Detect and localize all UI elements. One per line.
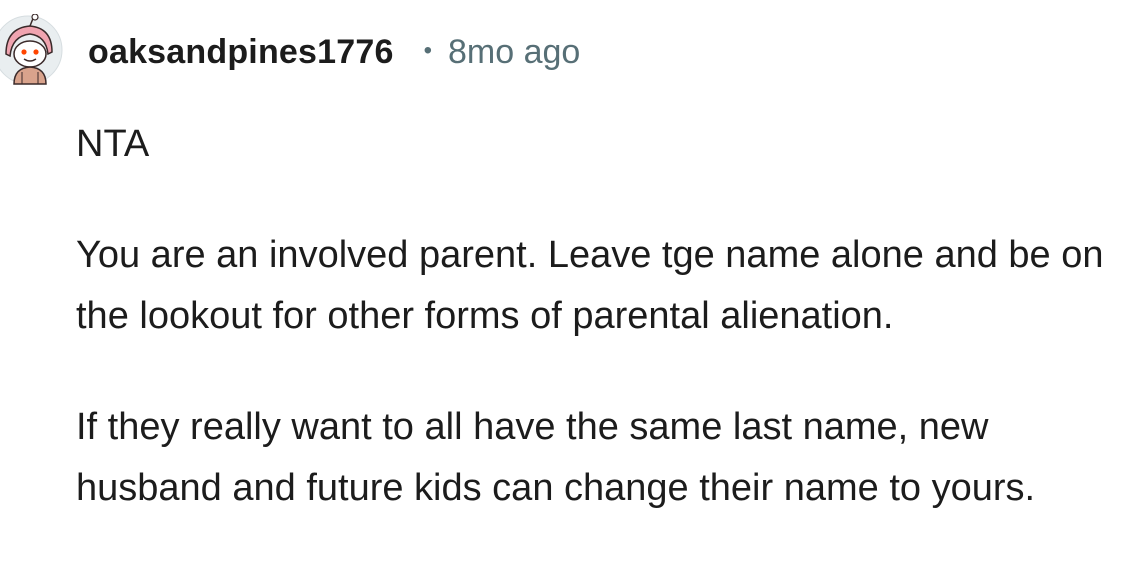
comment: oaksandpines1776 • 8mo ago NTA You are a… [0,0,1138,556]
comment-body: NTA You are an involved parent. Leave tg… [76,114,1138,569]
timestamp[interactable]: 8mo ago [448,33,580,72]
separator-dot: • [423,37,432,64]
user-avatar-icon[interactable] [0,13,64,86]
comment-meta: oaksandpines1776 • 8mo ago [88,28,580,76]
comment-paragraph-1: NTA [76,123,150,165]
username-link[interactable]: oaksandpines1776 [88,33,394,72]
snoo-avatar-icon [0,13,63,85]
comment-paragraph-3: If they really want to all have the same… [76,406,1036,509]
comment-paragraph-2: You are an involved parent. Leave tge na… [76,234,1104,337]
